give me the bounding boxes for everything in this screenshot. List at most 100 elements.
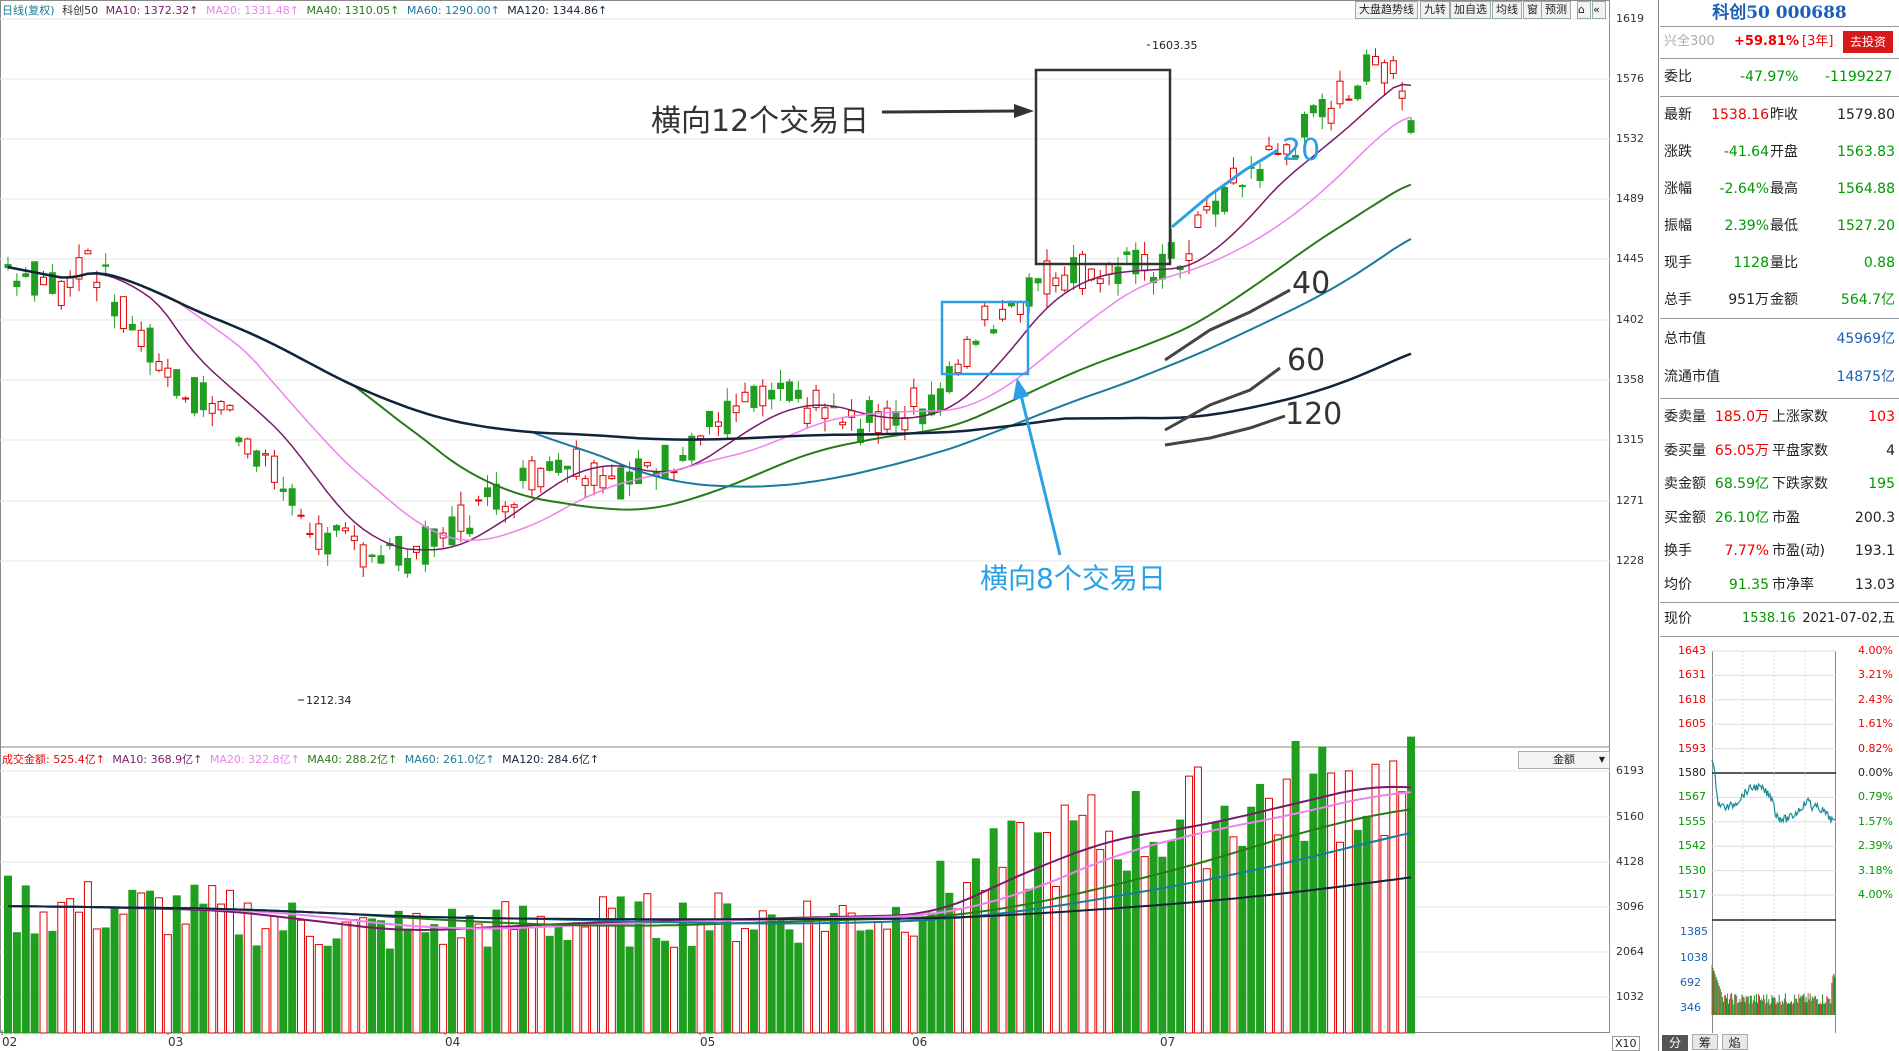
volume-bar <box>625 946 634 1034</box>
depth-value: 200.3 <box>1854 509 1895 526</box>
volume-bar <box>829 912 838 1034</box>
candle-body <box>643 462 651 467</box>
volume-bar <box>1158 856 1167 1034</box>
webi-value: -1199227 <box>1825 69 1893 85</box>
month-tick-label: 05 <box>700 1035 716 1049</box>
candle-body <box>235 437 243 443</box>
box-12-days <box>1034 68 1172 266</box>
candle-body <box>1256 168 1264 182</box>
candle-body <box>475 499 483 502</box>
ma-button[interactable]: 均线 <box>1492 1 1522 19</box>
volume-bar <box>483 946 492 1034</box>
kline-chart[interactable] <box>0 0 1610 1051</box>
quote-label: 最高 <box>1770 181 1798 197</box>
volume-bar <box>918 920 927 1034</box>
volume-bar <box>181 923 190 1034</box>
zoom-x10-label[interactable]: X10 <box>1612 1036 1640 1051</box>
home-icon[interactable]: ⌂ <box>1577 1 1591 19</box>
volume-ma10: MA10: 368.9亿↑ <box>112 753 203 766</box>
nine-turn-button[interactable]: 九转 <box>1420 1 1450 19</box>
volume-bar <box>696 920 705 1034</box>
quote-value: 1579.80 <box>1837 107 1895 123</box>
volume-bar <box>350 919 359 1034</box>
candle-body <box>732 405 740 414</box>
intraday-price-label: 1631 <box>1678 668 1706 682</box>
forecast-button[interactable]: 预测 <box>1541 1 1571 19</box>
price-tick-label: 1228 <box>1616 554 1644 567</box>
candle-body <box>84 250 92 255</box>
volume-bar <box>172 895 181 1034</box>
volume-bar <box>652 937 661 1034</box>
price-tick-label: 1358 <box>1616 373 1644 386</box>
quote-label: 量比 <box>1770 255 1798 271</box>
depth-label: 均价 <box>1664 576 1692 593</box>
candle-body <box>528 460 536 491</box>
depth-label: 市盈(动) <box>1772 543 1825 559</box>
candle-body <box>1052 277 1060 287</box>
candle-body <box>1194 214 1202 229</box>
candle-body <box>333 525 341 531</box>
candle-body <box>706 410 714 428</box>
volume-bar <box>1105 830 1114 1034</box>
volume-bar <box>21 885 30 1034</box>
ma40-projection <box>1164 288 1291 362</box>
tab-chou[interactable]: 筹 <box>1691 1034 1718 1050</box>
candle-body <box>1096 278 1104 284</box>
candle-body <box>1238 185 1246 188</box>
candle-body <box>182 397 190 400</box>
volume-bar <box>1007 820 1016 1034</box>
candle-body <box>883 407 891 430</box>
depth-row: 换手 7.77% 市盈(动) 193.1 <box>1660 536 1899 566</box>
volume-bar <box>4 875 12 1034</box>
tab-yan[interactable]: 焰 <box>1721 1034 1748 1050</box>
depth-label: 市净率 <box>1772 576 1814 593</box>
volume-bar <box>412 912 421 1034</box>
candle-body <box>457 504 465 532</box>
volume-bar <box>1371 763 1380 1034</box>
quote-label: 最低 <box>1770 218 1798 234</box>
candle-body <box>777 382 785 390</box>
market-cap-row: 总市值 45969亿 <box>1660 324 1899 354</box>
window-button[interactable]: 窗 <box>1523 1 1542 19</box>
depth-label: 平盘家数 <box>1772 442 1828 459</box>
candle-body <box>1389 60 1397 74</box>
volume-bar <box>110 907 119 1034</box>
candle-body <box>1016 301 1024 316</box>
volume-bar <box>1291 740 1300 1034</box>
volume-bar <box>430 924 439 1034</box>
candle-body <box>1141 254 1149 272</box>
candle-body <box>1105 263 1113 275</box>
candle-body <box>93 281 101 289</box>
tab-fen[interactable]: 分 <box>1662 1035 1688 1051</box>
candle-body <box>555 459 563 473</box>
candle-body <box>1114 266 1122 285</box>
volume-metric-select[interactable]: 金额 ▼ <box>1518 751 1610 769</box>
volume-bar <box>146 890 155 1034</box>
candle-body <box>297 514 305 517</box>
candle-body <box>262 453 270 456</box>
ma120-tag: 120 <box>1285 397 1343 432</box>
candle-body <box>137 329 145 348</box>
volume-bars <box>4 736 1416 1034</box>
legend-ma120: MA120: 1344.86↑ <box>507 4 608 17</box>
volume-bar <box>900 931 909 1034</box>
invest-button[interactable]: 去投资 <box>1843 31 1893 53</box>
quote-label: 开盘 <box>1770 144 1798 160</box>
add-watchlist-button[interactable]: 加自选 <box>1450 1 1491 19</box>
volume-bar <box>137 892 146 1034</box>
volume-bar <box>305 935 314 1034</box>
volume-bar <box>48 930 57 1034</box>
trend-line-button[interactable]: 大盘趋势线 <box>1355 1 1418 19</box>
collapse-icon[interactable]: « <box>1592 1 1606 19</box>
candle-body <box>288 488 296 506</box>
price-tick-label: 1489 <box>1616 192 1644 205</box>
ma-legend: 日线(复权) 科创50 MA10: 1372.32↑ MA20: 1331.48… <box>2 2 607 18</box>
volume-bar <box>1220 805 1229 1034</box>
candle-body <box>785 381 793 401</box>
intraday-price-label: 1605 <box>1678 717 1706 731</box>
volume-bar <box>57 901 66 1034</box>
candle-body <box>190 377 198 414</box>
depth-value: 13.03 <box>1854 576 1895 593</box>
intraday-price-label: 1517 <box>1678 888 1706 901</box>
volume-tick-label: 4128 <box>1616 855 1644 868</box>
